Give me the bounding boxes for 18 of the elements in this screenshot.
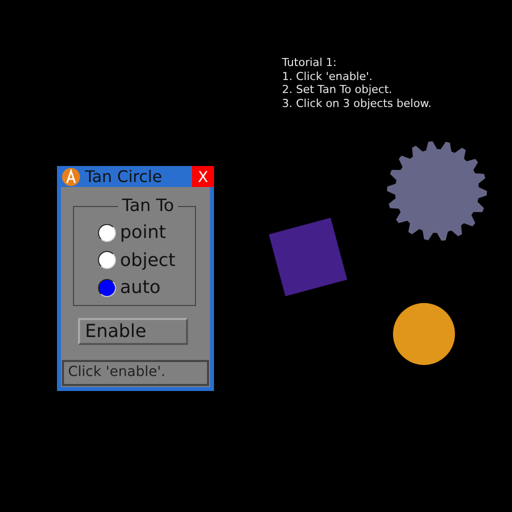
radio-label: object (120, 250, 176, 271)
radio-button[interactable] (98, 278, 116, 297)
tutorial-line: 1. Click 'enable'. (282, 70, 374, 84)
close-button[interactable]: X (192, 166, 214, 187)
circle-shape[interactable] (393, 303, 455, 365)
app-logo-icon (62, 168, 80, 186)
tutorial-line: 2. Set Tan To object. (282, 83, 394, 98)
tutorial-line: 3. Click on 3 objects below. (282, 97, 432, 111)
radio-button[interactable] (98, 224, 116, 242)
group-label: Tan To (121, 196, 176, 216)
window-title: Tan Circle (85, 167, 164, 186)
radio-button[interactable] (98, 251, 116, 270)
enable-button[interactable]: Enable (78, 318, 188, 345)
gear-shape[interactable] (386, 140, 488, 242)
radio-label: point (120, 222, 166, 244)
radio-label: auto (120, 277, 161, 298)
tutorial-line: Tutorial 1: (282, 56, 338, 70)
status-field: Click 'enable'. (62, 360, 209, 386)
